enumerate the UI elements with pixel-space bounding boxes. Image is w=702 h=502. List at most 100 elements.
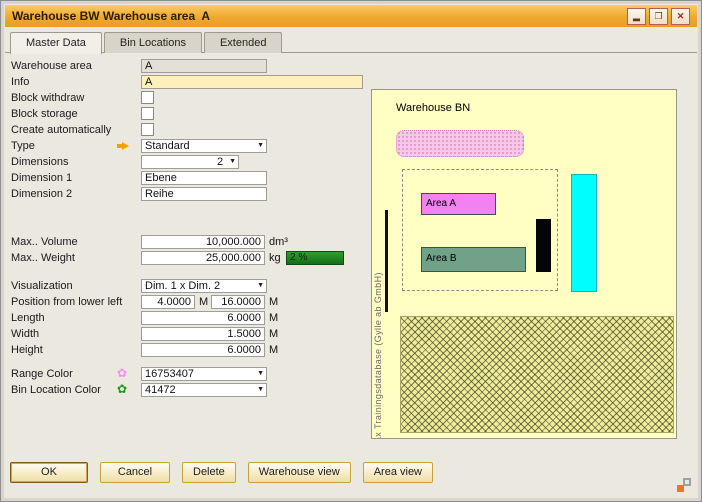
master-data-form: Warehouse area A Info A Block withdraw B…: [5, 58, 371, 398]
max-weight-label: Max.. Weight: [11, 252, 75, 264]
form-row-dimension-2: Dimension 2 Reihe: [5, 186, 371, 202]
dimensions-dropdown[interactable]: 2 ▼: [141, 155, 239, 169]
form-row-bin-location-color: Bin Location Color ✿ 41472 ▼: [5, 382, 371, 398]
warehouse-view-button[interactable]: Warehouse view: [248, 462, 351, 483]
range-color-swatch-icon: ✿: [117, 367, 127, 380]
height-unit: M: [269, 344, 278, 356]
tab-extended[interactable]: Extended: [204, 32, 282, 53]
tab-bar: Master Data Bin Locations Extended: [10, 32, 284, 54]
window-title: Warehouse BW Warehouse area A: [12, 9, 210, 23]
spacer: [5, 202, 371, 234]
block-withdraw-checkbox[interactable]: [141, 91, 154, 104]
length-unit: M: [269, 312, 278, 324]
form-row-dimensions: Dimensions 2 ▼: [5, 154, 371, 170]
weight-usage-bar: 2 %: [286, 251, 344, 265]
block-storage-label: Block storage: [11, 108, 78, 120]
tab-bin-locations[interactable]: Bin Locations: [104, 32, 202, 53]
dimension-2-field[interactable]: Reihe: [141, 187, 267, 201]
width-unit: M: [269, 328, 278, 340]
width-field[interactable]: 1.5000: [141, 327, 265, 341]
form-row-position: Position from lower left 4.0000 M 16.000…: [5, 294, 371, 310]
dotted-zone-shape[interactable]: [396, 130, 524, 157]
visualization-value: Dim. 1 x Dim. 2: [145, 280, 254, 292]
form-row-max-volume: Max.. Volume 10,000.000 dm³: [5, 234, 371, 250]
warehouse-area-window: Warehouse BW Warehouse area A ▂ ❐ ✕ Mast…: [0, 0, 702, 502]
bin-location-color-dropdown[interactable]: 41472 ▼: [141, 383, 267, 397]
left-wall-line: [385, 210, 388, 312]
position-x-field[interactable]: 4.0000: [141, 295, 195, 309]
bin-location-color-value: 41472: [145, 384, 254, 396]
type-dropdown[interactable]: Standard ▼: [141, 139, 267, 153]
collapse-grip-icon[interactable]: [677, 478, 691, 492]
dimension-2-label: Dimension 2: [11, 188, 72, 200]
dimension-1-field[interactable]: Ebene: [141, 171, 267, 185]
form-row-width: Width 1.5000 M: [5, 326, 371, 342]
window-controls: ▂ ❐ ✕: [627, 8, 690, 25]
block-withdraw-label: Block withdraw: [11, 92, 84, 104]
cancel-button[interactable]: Cancel: [100, 462, 170, 483]
max-volume-unit: dm³: [269, 236, 288, 248]
warehouse-visualization-panel: Warehouse BN Area A Area B Max Trainings…: [371, 89, 677, 439]
range-color-value: 16753407: [145, 368, 254, 380]
max-weight-unit: kg: [269, 252, 281, 264]
form-row-dimension-1: Dimension 1 Ebene: [5, 170, 371, 186]
chevron-down-icon: ▼: [257, 280, 264, 292]
hatched-storage-zone[interactable]: [400, 316, 674, 433]
info-field[interactable]: A: [141, 75, 363, 89]
range-color-dropdown[interactable]: 16753407 ▼: [141, 367, 267, 381]
create-automatically-checkbox[interactable]: [141, 123, 154, 136]
close-icon: ✕: [677, 12, 685, 21]
area-a-shape[interactable]: Area A: [421, 193, 496, 215]
form-row-info: Info A: [5, 74, 371, 90]
position-y-unit: M: [269, 296, 278, 308]
warehouse-name: Warehouse BN: [396, 102, 470, 114]
area-b-shape[interactable]: Area B: [421, 247, 526, 272]
warehouse-area-field[interactable]: A: [141, 59, 267, 73]
minimize-button[interactable]: ▂: [627, 8, 646, 25]
spacer: [5, 358, 371, 366]
titlebar[interactable]: Warehouse BW Warehouse area A ▂ ❐ ✕: [5, 5, 697, 27]
max-weight-field[interactable]: 25,000.000: [141, 251, 265, 265]
area-view-button[interactable]: Area view: [363, 462, 433, 483]
form-row-visualization: Visualization Dim. 1 x Dim. 2 ▼: [5, 278, 371, 294]
form-row-warehouse-area: Warehouse area A: [5, 58, 371, 74]
type-value: Standard: [145, 140, 254, 152]
range-color-label: Range Color: [11, 368, 73, 380]
spacer: [5, 266, 371, 278]
bin-location-color-swatch-icon: ✿: [117, 383, 127, 396]
block-storage-checkbox[interactable]: [141, 107, 154, 120]
max-volume-label: Max.. Volume: [11, 236, 78, 248]
grip-square-outline: [683, 478, 691, 486]
position-y-field[interactable]: 16.0000: [211, 295, 265, 309]
chevron-down-icon: ▼: [257, 368, 264, 380]
action-button-row: OK Cancel Delete Warehouse view Area vie…: [10, 462, 433, 483]
type-label: Type: [11, 140, 35, 152]
info-label: Info: [11, 76, 29, 88]
dashed-boundary: [402, 169, 558, 291]
cyan-rack-shape[interactable]: [571, 174, 597, 292]
create-automatically-label: Create automatically: [11, 124, 111, 136]
link-arrow-icon[interactable]: [122, 142, 129, 150]
form-row-height: Height 6.0000 M: [5, 342, 371, 358]
chevron-down-icon: ▼: [257, 140, 264, 152]
position-label: Position from lower left: [11, 296, 122, 308]
visualization-dropdown[interactable]: Dim. 1 x Dim. 2 ▼: [141, 279, 267, 293]
ok-button[interactable]: OK: [10, 462, 88, 483]
length-field[interactable]: 6.0000: [141, 311, 265, 325]
delete-button[interactable]: Delete: [182, 462, 236, 483]
form-row-type: Type Standard ▼: [5, 138, 371, 154]
wall-shape: [536, 219, 551, 272]
form-row-max-weight: Max.. Weight 25,000.000 kg 2 %: [5, 250, 371, 266]
restore-button[interactable]: ❐: [649, 8, 668, 25]
max-volume-field[interactable]: 10,000.000: [141, 235, 265, 249]
grip-square-orange: [677, 485, 684, 492]
chevron-down-icon: ▼: [257, 384, 264, 396]
length-label: Length: [11, 312, 45, 324]
height-field[interactable]: 6.0000: [141, 343, 265, 357]
form-row-block-withdraw: Block withdraw: [5, 90, 371, 106]
form-row-range-color: Range Color ✿ 16753407 ▼: [5, 366, 371, 382]
width-label: Width: [11, 328, 39, 340]
tab-master-data[interactable]: Master Data: [10, 32, 102, 54]
height-label: Height: [11, 344, 43, 356]
close-button[interactable]: ✕: [671, 8, 690, 25]
